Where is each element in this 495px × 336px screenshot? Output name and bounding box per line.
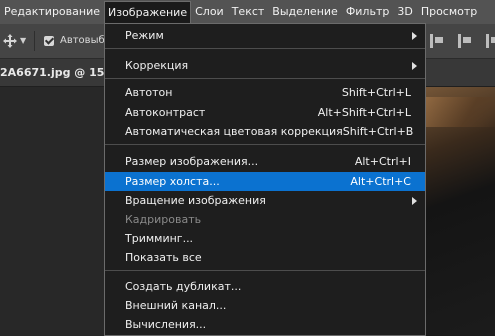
menu-item-image-size[interactable]: Размер изображения... Alt+Ctrl+I [105, 152, 425, 171]
align-buttons [430, 34, 495, 48]
submenu-arrow-icon [412, 32, 417, 40]
menu-item-label: Вычисления... [125, 318, 207, 331]
menu-item-calculations[interactable]: Вычисления... [105, 315, 425, 334]
menu-item-autotone[interactable]: Автотон Shift+Ctrl+L [105, 83, 425, 102]
menu-item-label: Создать дубликат... [125, 280, 242, 293]
autoselect-checkbox[interactable] [44, 36, 54, 46]
menu-item-apply-image[interactable]: Внешний канал... [105, 296, 425, 315]
menu-bar: Редактирование Изображение Слои Текст Вы… [0, 0, 495, 25]
menu-item-label: Внешний канал... [125, 299, 227, 312]
menu-item-label: Автоматическая цветовая коррекция [125, 125, 343, 138]
menu-item-shortcut: Alt+Shift+Ctrl+L [317, 106, 411, 119]
menu-divider [105, 48, 425, 49]
menu-item-label: Коррекция [125, 59, 189, 72]
menu-item-trim[interactable]: Тримминг... [105, 229, 425, 248]
menu-item-autocontrast[interactable]: Автоконтраст Alt+Shift+Ctrl+L [105, 103, 425, 122]
options-divider [34, 31, 35, 51]
menu-item-shortcut: Shift+Ctrl+L [341, 86, 411, 99]
move-tool-icon[interactable] [2, 33, 18, 49]
menu-item-rotation[interactable]: Вращение изображения [105, 191, 425, 210]
align-left-icon[interactable] [430, 34, 444, 48]
menu-item-shortcut: Alt+Ctrl+C [350, 175, 411, 188]
menu-divider [105, 270, 425, 271]
photo-highlight [420, 97, 495, 127]
image-menu-dropdown: Режим Коррекция Автотон Shift+Ctrl+L Авт… [104, 23, 426, 336]
align-right-icon[interactable] [486, 34, 495, 48]
menu-item-duplicate[interactable]: Создать дубликат... [105, 277, 425, 296]
submenu-arrow-icon [412, 197, 417, 205]
align-center-icon[interactable] [458, 34, 472, 48]
menu-item-label: Тримминг... [125, 232, 194, 245]
menu-item-label: Режим [125, 29, 164, 42]
menu-item-crop: Кадрировать [105, 210, 425, 229]
menu-type[interactable]: Текст [228, 0, 269, 24]
menu-item-label: Размер холста... [125, 175, 220, 188]
menu-edit[interactable]: Редактирование [0, 0, 104, 24]
menu-item-shortcut: Shift+Ctrl+B [342, 125, 414, 138]
menu-item-autocolor[interactable]: Автоматическая цветовая коррекция Shift+… [105, 122, 425, 141]
menu-3d[interactable]: 3D [393, 0, 416, 24]
menu-divider [105, 78, 425, 79]
menu-item-label: Размер изображения... [125, 155, 259, 168]
menu-layers[interactable]: Слои [191, 0, 228, 24]
menu-item-label: Автоконтраст [125, 106, 206, 119]
submenu-arrow-icon [412, 62, 417, 70]
menu-item-label: Кадрировать [125, 213, 202, 226]
tool-preset-caret-icon[interactable]: ▼ [20, 36, 26, 45]
menu-divider [105, 144, 425, 145]
menu-filter[interactable]: Фильтр [342, 0, 394, 24]
menu-item-canvas-size[interactable]: Размер холста... Alt+Ctrl+C [105, 172, 425, 191]
menu-item-reveal-all[interactable]: Показать все [105, 248, 425, 267]
menu-item-shortcut: Alt+Ctrl+I [354, 155, 411, 168]
menu-item-mode[interactable]: Режим [105, 26, 425, 45]
menu-item-label: Вращение изображения [125, 194, 266, 207]
menu-item-label: Показать все [125, 251, 202, 264]
menu-select[interactable]: Выделение [268, 0, 342, 24]
menu-item-label: Автотон [125, 86, 173, 99]
menu-view[interactable]: Просмотр [417, 0, 481, 24]
menu-item-adjustments[interactable]: Коррекция [105, 56, 425, 75]
menu-image[interactable]: Изображение [104, 0, 192, 25]
